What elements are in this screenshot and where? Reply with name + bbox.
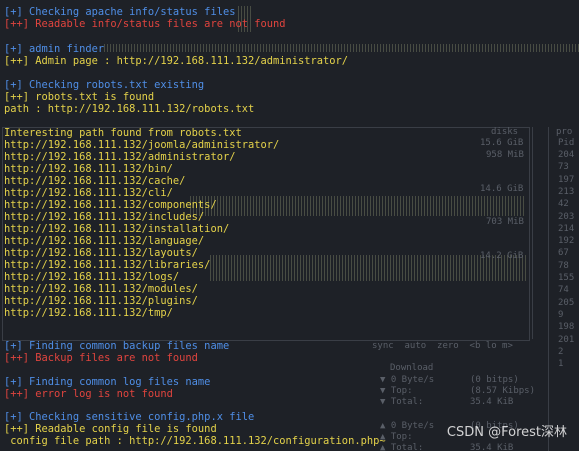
terminal-line: http://192.168.111.132/layouts/ xyxy=(4,247,198,259)
terminal-line: http://192.168.111.132/includes/ xyxy=(4,211,205,223)
bg-disk-value-3: 14.6 GiB xyxy=(480,184,524,194)
bg-hatch-admin xyxy=(104,44,579,52)
bg-divider xyxy=(532,127,533,339)
terminal-line: http://192.168.111.132/tmp/ xyxy=(4,307,173,319)
terminal-line: [++] Readable config file is found xyxy=(4,423,217,435)
terminal-line: http://192.168.111.132/administrator/ xyxy=(4,151,236,163)
terminal-line: [++] robots.txt is found xyxy=(4,91,155,103)
terminal-line: [++] Readable info/status files are not … xyxy=(4,18,286,30)
terminal-line: http://192.168.111.132/cli/ xyxy=(4,187,173,199)
terminal-line: http://192.168.111.132/logs/ xyxy=(4,271,180,283)
terminal-line: [+] Finding common backup files name xyxy=(4,340,230,352)
terminal-line: [++] Backup files are not found xyxy=(4,352,198,364)
terminal-window: disks 15.6 GiB 958 MiB 14.6 GiB 703 MiB … xyxy=(0,0,579,451)
bg-hatch-2 xyxy=(210,255,526,281)
terminal-line: [+] admin finder xyxy=(4,43,105,55)
bg-proc-id: 198 xyxy=(558,322,575,333)
bg-download-label: Download xyxy=(390,363,434,373)
bg-disk-value-5: 14.2 GiB xyxy=(480,251,524,261)
bg-proc-sub: Pid xyxy=(558,138,575,148)
terminal-line: [+] Checking robots.txt existing xyxy=(4,79,205,91)
bg-proc-id: 67 xyxy=(558,248,569,259)
bg-net-label: ▼ Total: xyxy=(380,397,424,407)
terminal-line: [++] error log is not found xyxy=(4,388,173,400)
terminal-line: config file path : http://192.168.111.13… xyxy=(4,435,386,447)
bg-proc-id: 155 xyxy=(558,273,575,283)
bg-proc-id: 9 xyxy=(558,309,564,320)
bg-proc-id: 78 xyxy=(558,260,569,271)
bg-net-label: ▲ Total: xyxy=(380,443,424,451)
bg-proc-id: 203 xyxy=(558,211,575,222)
bg-divider-2 xyxy=(548,127,549,451)
bg-proc-id: 73 xyxy=(558,162,569,173)
terminal-line: [+] Checking apache info/status files xyxy=(4,6,236,18)
bg-proc-id: 74 xyxy=(558,285,569,296)
bg-proc-id: 1 xyxy=(558,359,564,370)
bg-hatch-1 xyxy=(190,196,526,216)
terminal-line: http://192.168.111.132/modules/ xyxy=(4,283,198,295)
csdn-watermark: CSDN @Forest深林 xyxy=(446,425,567,440)
terminal-line: http://192.168.111.132/installation/ xyxy=(4,223,230,235)
terminal-line: path : http://192.168.111.132/robots.txt xyxy=(4,103,255,115)
bg-disk-value-4: 703 MiB xyxy=(486,217,524,227)
terminal-line: http://192.168.111.132/language/ xyxy=(4,235,205,247)
bg-proc-id: 2 xyxy=(558,346,564,357)
terminal-line: Interesting path found from robots.txt xyxy=(4,127,242,139)
terminal-line: http://192.168.111.132/bin/ xyxy=(4,163,173,175)
bg-disk-value-2: 958 MiB xyxy=(486,150,524,160)
terminal-line: http://192.168.111.132/components/ xyxy=(4,199,217,211)
bg-net-value: 35.4 KiB xyxy=(470,443,514,451)
terminal-line: [+] Finding common log files name xyxy=(4,376,211,388)
bg-proc-id: 204 xyxy=(558,150,575,160)
bg-proc-id: 42 xyxy=(558,199,569,210)
bg-proc-id: 192 xyxy=(558,236,575,247)
terminal-line: http://192.168.111.132/plugins/ xyxy=(4,295,198,307)
bg-proc-id: 205 xyxy=(558,297,575,308)
bg-net-value: 35.4 KiB xyxy=(470,397,514,407)
bg-sync-bar: sync auto zero <b lo m> xyxy=(372,341,513,351)
bg-proc-id: 201 xyxy=(558,334,575,345)
terminal-line: [++] Admin page : http://192.168.111.132… xyxy=(4,55,349,67)
bg-proc-id: 214 xyxy=(558,223,575,234)
bg-proc-id: 213 xyxy=(558,186,575,197)
bg-disk-value-1: 15.6 GiB xyxy=(480,138,524,148)
terminal-line: http://192.168.111.132/joomla/administra… xyxy=(4,139,280,151)
bg-proc-id: 197 xyxy=(558,174,575,185)
terminal-line: [+] Checking sensitive config.php.x file xyxy=(4,411,255,423)
terminal-line: http://192.168.111.132/cache/ xyxy=(4,175,186,187)
terminal-line: http://192.168.111.132/libraries/ xyxy=(4,259,211,271)
